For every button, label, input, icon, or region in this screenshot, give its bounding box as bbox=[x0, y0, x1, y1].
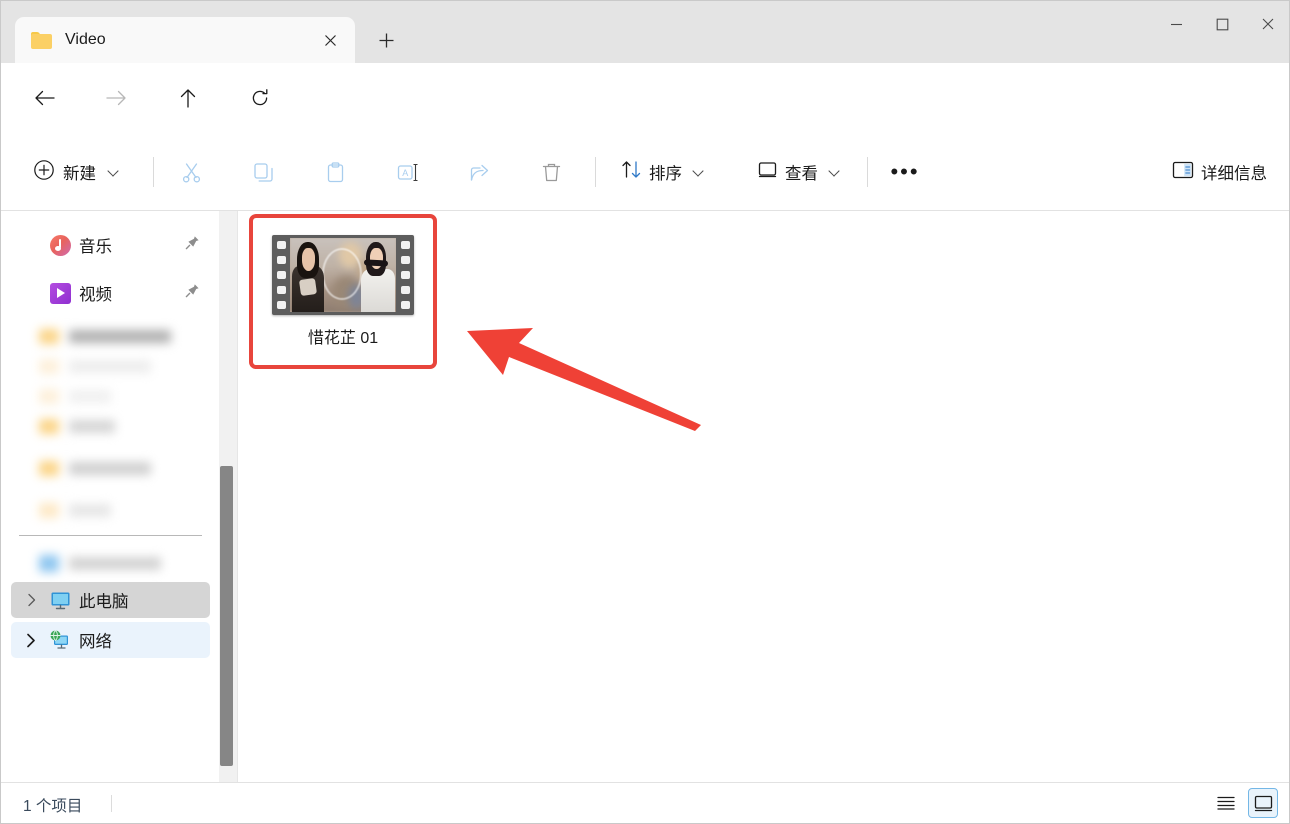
large-icons-view-icon[interactable] bbox=[1248, 788, 1278, 818]
toolbar-divider bbox=[867, 157, 868, 187]
tab-strip: Video bbox=[15, 11, 409, 63]
film-perforations-right bbox=[396, 235, 414, 315]
view-button-label: 查看 bbox=[785, 165, 818, 183]
sort-button-label: 排序 bbox=[649, 165, 682, 183]
close-icon[interactable] bbox=[315, 25, 345, 55]
sidebar-item-this-pc[interactable]: 此电脑 bbox=[11, 582, 210, 618]
sort-icon bbox=[621, 159, 642, 185]
command-toolbar: 新建 A 排序 查看 ••• 详细信息 bbox=[1, 133, 1289, 211]
pin-icon[interactable] bbox=[185, 235, 200, 255]
tab-title: Video bbox=[65, 31, 106, 48]
item-count-label: 1 个项目 bbox=[23, 798, 83, 815]
window-controls bbox=[1153, 1, 1289, 47]
minimize-icon[interactable] bbox=[1153, 1, 1199, 47]
thumbnail-frame bbox=[290, 238, 396, 312]
title-bar: Video bbox=[1, 1, 1289, 63]
sidebar-item-music[interactable]: 音乐 bbox=[11, 227, 210, 263]
sort-button[interactable]: 排序 bbox=[613, 150, 713, 194]
sidebar-item-network[interactable]: 网络 bbox=[11, 622, 210, 658]
sidebar-scrollbar-thumb[interactable] bbox=[220, 466, 233, 766]
chevron-down-icon bbox=[693, 166, 705, 178]
sidebar-item-label: 此电脑 bbox=[79, 593, 129, 611]
file-item[interactable]: 惜花芷 01 bbox=[249, 218, 437, 370]
pin-icon[interactable] bbox=[185, 283, 200, 303]
trash-icon[interactable] bbox=[531, 152, 571, 192]
arrow-left-icon[interactable] bbox=[23, 77, 65, 119]
new-tab-button[interactable] bbox=[363, 17, 409, 63]
this-pc-icon bbox=[49, 589, 71, 611]
share-icon[interactable] bbox=[459, 152, 499, 192]
file-list-pane[interactable]: 惜花芷 01 bbox=[238, 211, 1289, 784]
more-options-button[interactable]: ••• bbox=[885, 152, 925, 192]
details-pane-button[interactable]: 详细信息 bbox=[1164, 150, 1275, 194]
status-divider bbox=[111, 795, 112, 812]
video-thumbnail bbox=[272, 235, 414, 315]
chevron-down-icon bbox=[829, 166, 841, 178]
chevron-right-icon[interactable] bbox=[21, 630, 41, 650]
maximize-icon[interactable] bbox=[1199, 1, 1245, 47]
new-button[interactable]: 新建 bbox=[25, 150, 130, 194]
file-explorer-window: Video 在 Video 中搜索 新建 A 排序 查看 ••• 详细信息 音乐… bbox=[0, 0, 1290, 824]
arrow-right-icon bbox=[95, 77, 137, 119]
plus-circle-icon bbox=[33, 159, 55, 186]
sidebar-item-label: 音乐 bbox=[79, 238, 112, 256]
folder-icon bbox=[31, 31, 53, 49]
file-name-label: 惜花芷 01 bbox=[307, 330, 379, 347]
view-toggle-group bbox=[1211, 788, 1278, 818]
rename-icon[interactable]: A bbox=[387, 152, 427, 192]
chevron-right-icon[interactable] bbox=[21, 590, 41, 610]
cut-icon[interactable] bbox=[171, 152, 211, 192]
address-bar-row: ••• Output YouTube Video bbox=[1, 63, 1289, 183]
sidebar-separator bbox=[19, 535, 202, 536]
toolbar-divider bbox=[153, 157, 154, 187]
video-icon bbox=[49, 282, 71, 304]
chevron-down-icon bbox=[108, 166, 120, 178]
network-icon bbox=[49, 629, 71, 651]
sidebar-item-label: 视频 bbox=[79, 286, 112, 304]
view-icon bbox=[757, 159, 778, 185]
sidebar-redacted-item-drive bbox=[1, 546, 220, 580]
status-bar: 1 个项目 bbox=[1, 782, 1289, 823]
toolbar-divider bbox=[595, 157, 596, 187]
film-perforations-left bbox=[272, 235, 290, 315]
arrow-up-icon[interactable] bbox=[167, 77, 209, 119]
sidebar-redacted-items bbox=[1, 321, 220, 525]
sidebar-item-videos[interactable]: 视频 bbox=[11, 275, 210, 311]
copy-icon[interactable] bbox=[243, 152, 283, 192]
navigation-sidebar[interactable]: 音乐 视频 此电脑 网络 bbox=[1, 211, 220, 784]
paste-icon[interactable] bbox=[315, 152, 355, 192]
details-pane-label: 详细信息 bbox=[1201, 165, 1267, 183]
close-icon[interactable] bbox=[1245, 1, 1289, 47]
sidebar-item-label: 网络 bbox=[79, 633, 112, 651]
refresh-icon[interactable] bbox=[239, 77, 281, 119]
music-icon bbox=[49, 234, 71, 256]
new-button-label: 新建 bbox=[63, 165, 96, 183]
svg-text:A: A bbox=[402, 168, 408, 178]
view-button[interactable]: 查看 bbox=[749, 150, 849, 194]
list-view-icon[interactable] bbox=[1211, 788, 1241, 818]
tab-video[interactable]: Video bbox=[15, 17, 355, 63]
details-pane-icon bbox=[1172, 160, 1194, 185]
